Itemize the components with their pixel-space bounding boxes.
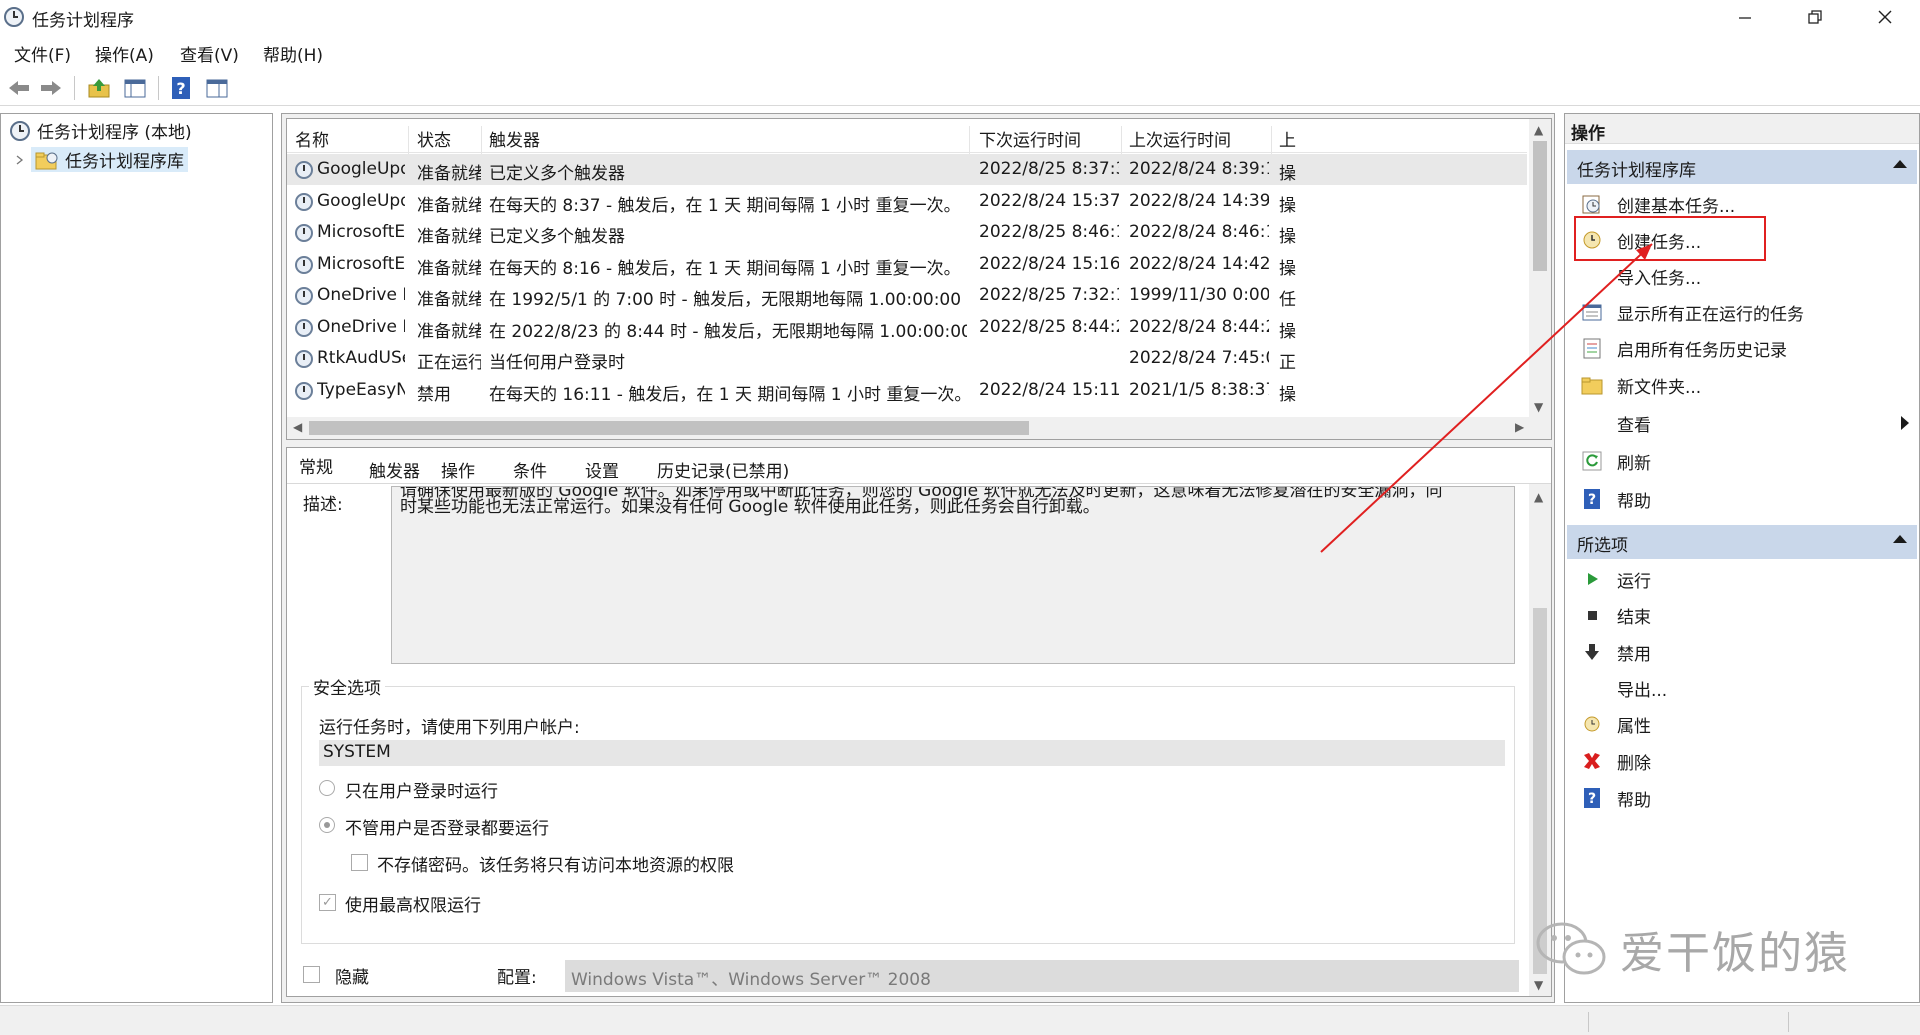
watermark-text: 爱干饭的猿 xyxy=(1620,928,1850,979)
watermark: 爱干饭的猿 xyxy=(1532,917,1850,981)
annotation-arrow xyxy=(1320,243,1653,553)
wechat-icon xyxy=(1536,922,1606,975)
